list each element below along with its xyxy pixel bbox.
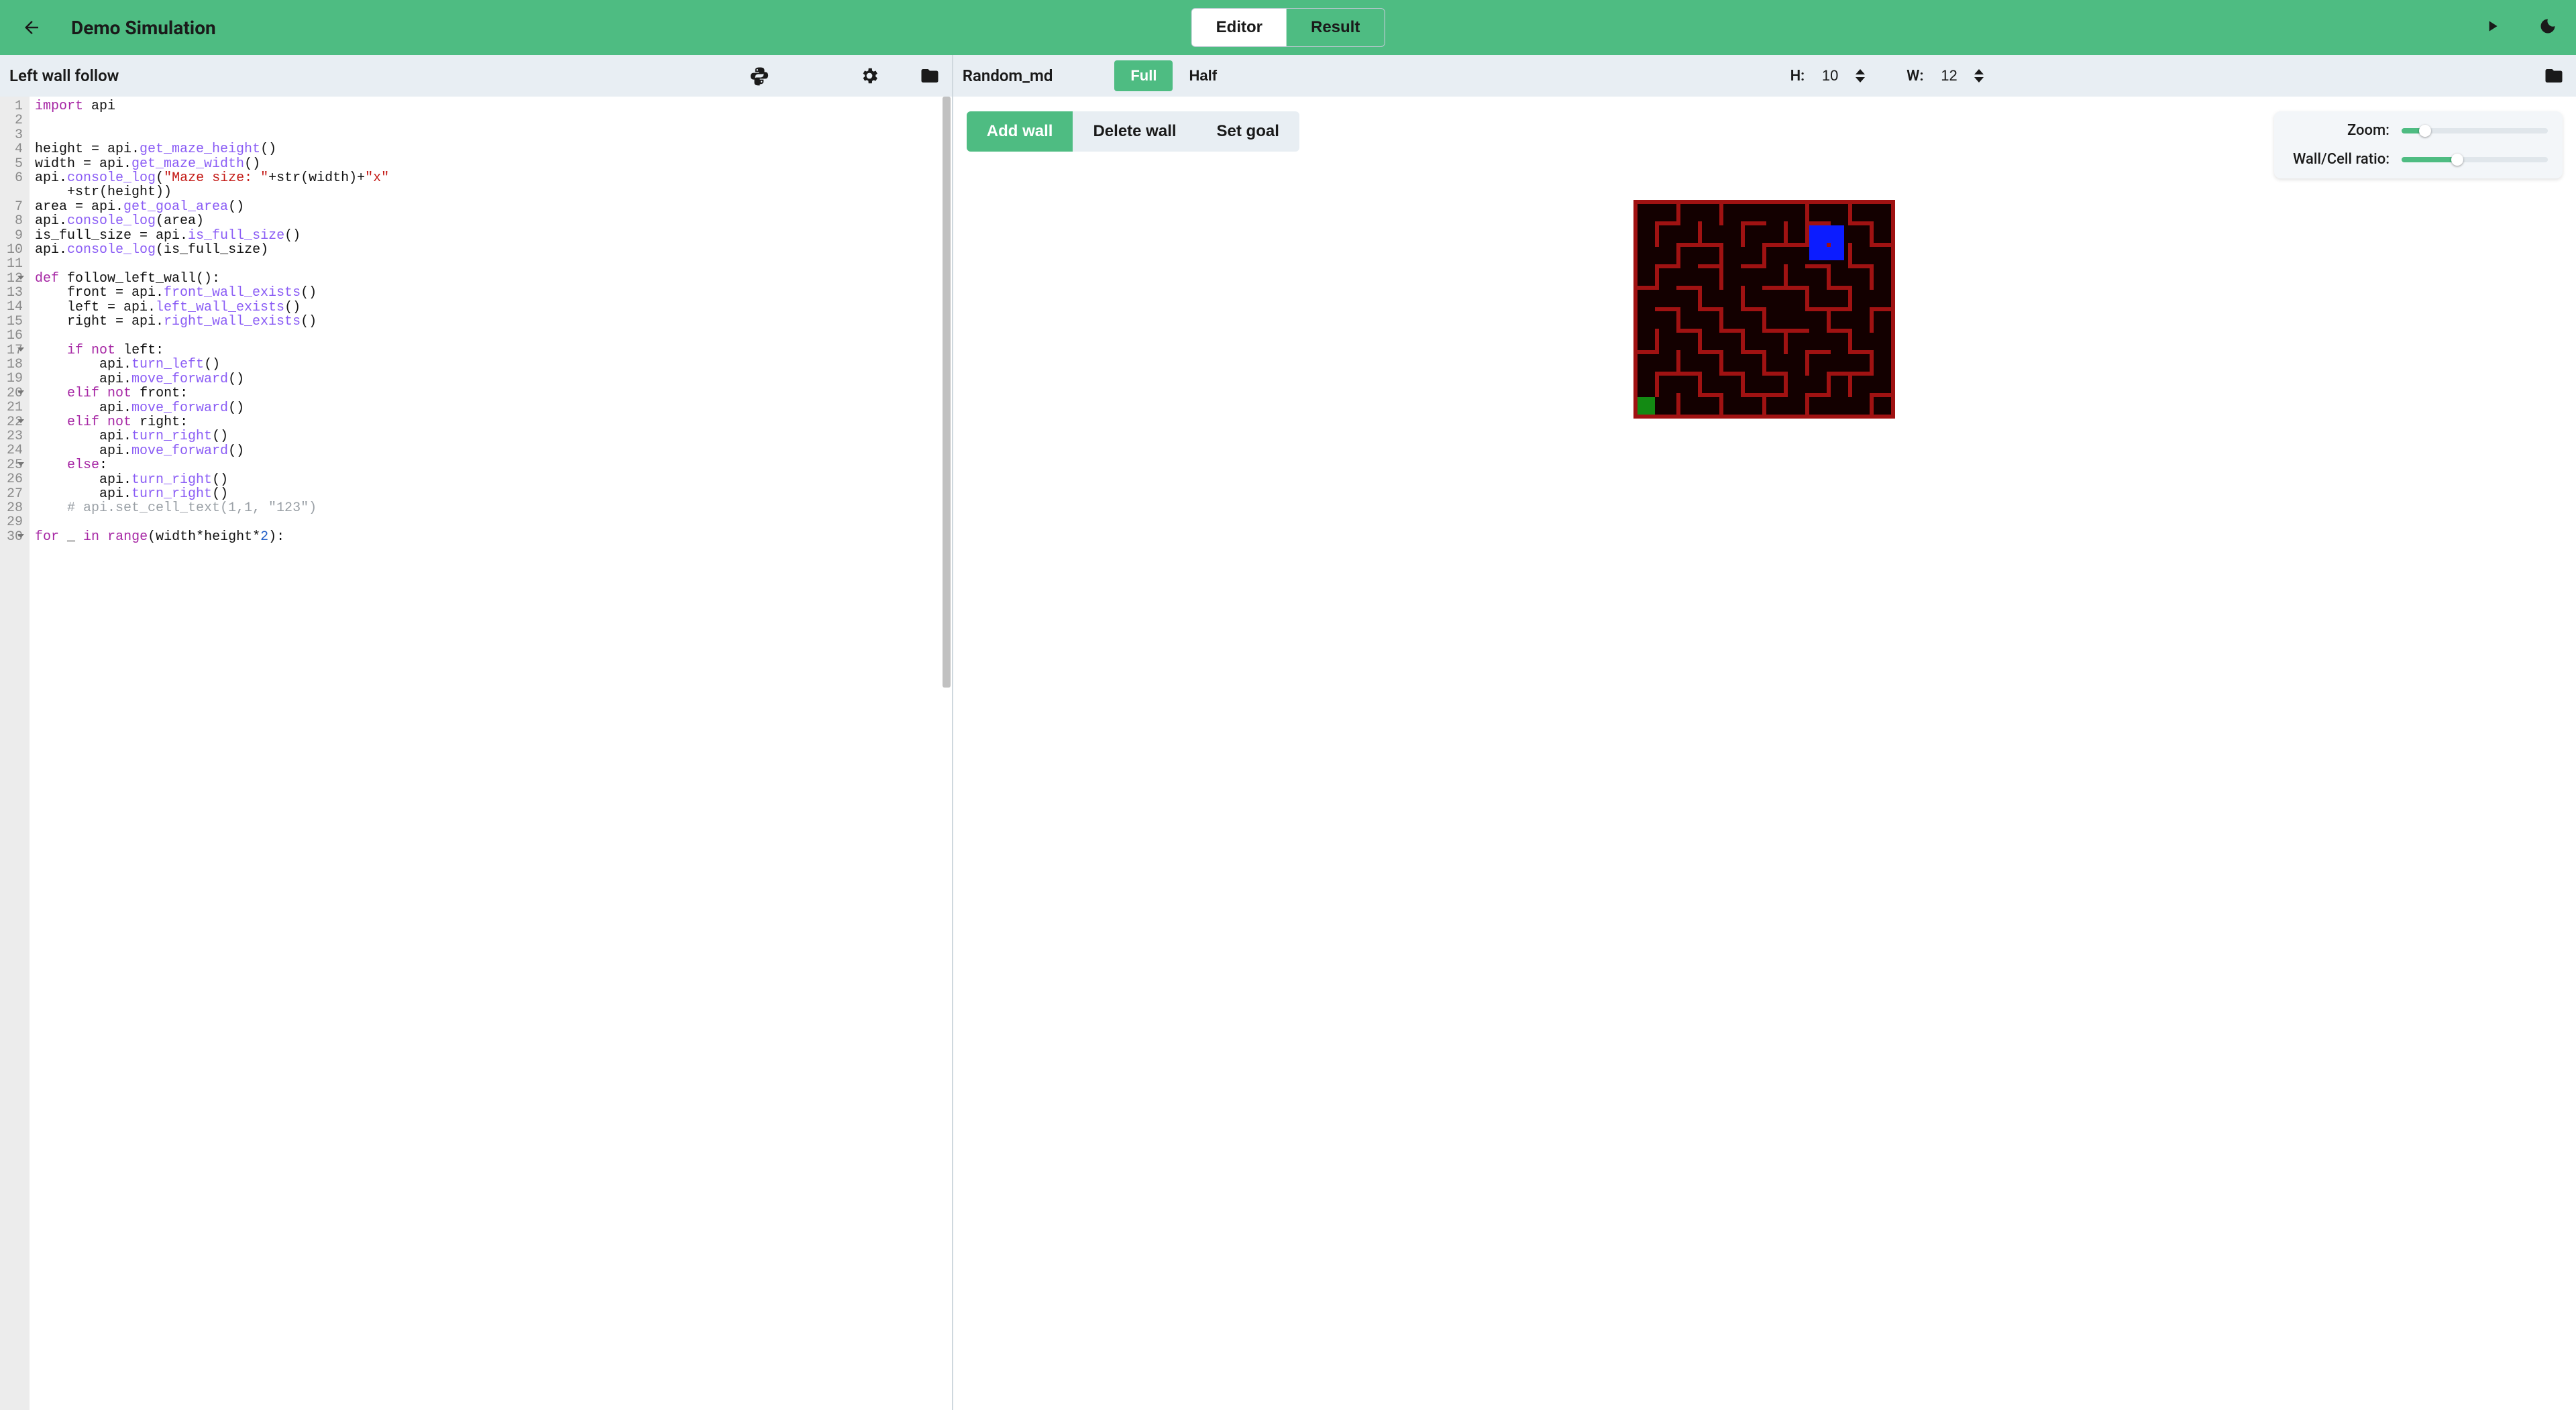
app-header: Demo Simulation Editor Result — [0, 0, 2576, 55]
gear-icon — [859, 66, 879, 86]
height-stepper — [1856, 69, 1865, 83]
set-goal-button[interactable]: Set goal — [1197, 111, 1299, 152]
maze-folder-button[interactable] — [2541, 63, 2567, 89]
maze-title: Random_md — [963, 66, 1053, 85]
python-icon — [749, 66, 769, 86]
width-label: W: — [1907, 68, 1923, 85]
folder-icon — [920, 66, 940, 86]
code-editor[interactable]: 1234567891011121314151617181920212223242… — [0, 97, 952, 1410]
moon-icon — [2538, 17, 2557, 36]
width-step-down[interactable] — [1974, 77, 1984, 83]
maze-subbar: Random_md Full Half H: W: — [953, 55, 2576, 97]
ratio-label: Wall/Cell ratio: — [2289, 151, 2390, 168]
maze-canvas[interactable] — [1633, 200, 1895, 419]
size-full-button[interactable]: Full — [1114, 60, 1173, 91]
editor-folder-button[interactable] — [917, 63, 943, 89]
editor-settings-button[interactable] — [857, 63, 882, 89]
height-label: H: — [1790, 68, 1805, 85]
run-button[interactable] — [2481, 15, 2504, 40]
height-step-up[interactable] — [1856, 69, 1865, 74]
folder-icon — [2544, 66, 2564, 86]
editor-scrollbar[interactable] — [943, 97, 951, 1410]
height-step-down[interactable] — [1856, 77, 1865, 83]
add-wall-button[interactable]: Add wall — [967, 111, 1073, 152]
zoom-label: Zoom: — [2289, 122, 2390, 139]
width-input-group: W: — [1907, 67, 1984, 85]
editor-file-title: Left wall follow — [9, 66, 119, 85]
tab-result[interactable]: Result — [1287, 9, 1384, 46]
theme-toggle[interactable] — [2536, 14, 2560, 41]
app-title: Demo Simulation — [71, 17, 216, 39]
height-input[interactable] — [1811, 67, 1849, 85]
maze-size-toggle: Full Half — [1114, 60, 1233, 91]
zoom-slider[interactable] — [2402, 128, 2548, 133]
play-icon — [2483, 17, 2501, 35]
ratio-slider[interactable] — [2402, 157, 2548, 162]
back-button[interactable] — [16, 12, 47, 43]
arrow-left-icon — [21, 17, 42, 38]
height-input-group: H: — [1790, 67, 1866, 85]
delete-wall-button[interactable]: Delete wall — [1073, 111, 1196, 152]
wall-action-group: Add wall Delete wall Set goal — [967, 111, 1299, 152]
tab-editor[interactable]: Editor — [1192, 9, 1287, 46]
size-half-button[interactable]: Half — [1173, 60, 1233, 91]
view-settings-card: Zoom: Wall/Cell ratio: — [2274, 111, 2563, 178]
language-icon-button[interactable] — [747, 63, 772, 89]
width-input[interactable] — [1930, 67, 1968, 85]
view-toggle: Editor Result — [1191, 8, 1385, 47]
editor-subbar: Left wall follow — [0, 55, 952, 97]
width-step-up[interactable] — [1974, 69, 1984, 74]
width-stepper — [1974, 69, 1984, 83]
